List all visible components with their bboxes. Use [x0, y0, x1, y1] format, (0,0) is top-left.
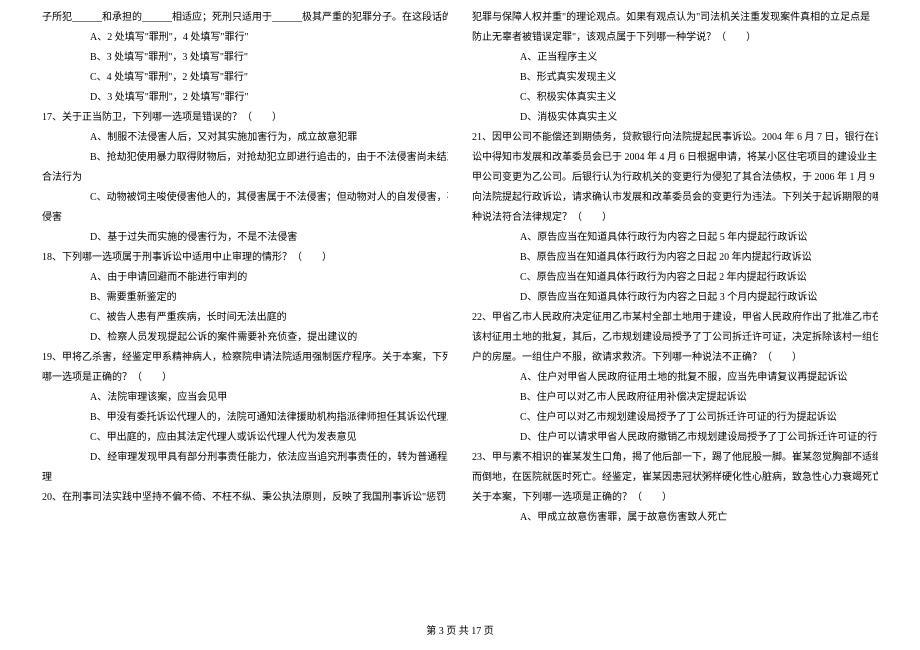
q22-opt-d: D、住户可以请求甲省人民政府撤销乙市规划建设局授予了丁公司拆迁许可证的行为	[472, 428, 878, 448]
q19-opt-b: B、甲没有委托诉讼代理人的，法院可通知法律援助机构指派律师担任其诉讼代理人	[42, 408, 448, 428]
q18-opt-b: B、需要重新鉴定的	[42, 288, 448, 308]
q16-opt-c: C、4 处填写"罪刑"，2 处填写"罪行"	[42, 68, 448, 88]
q20-opt-a: A、正当程序主义	[472, 48, 878, 68]
q16-opt-d: D、3 处填写"罪刑"，2 处填写"罪行"	[42, 88, 448, 108]
right-column: 犯罪与保障人权并重"的理论观点。如果有观点认为"司法机关注重发现案件真相的立足点…	[460, 8, 890, 590]
page-footer: 第 3 页 共 17 页	[0, 622, 920, 642]
q16-opt-a: A、2 处填写"罪刑"，4 处填写"罪行"	[42, 28, 448, 48]
q17-stem: 17、关于正当防卫，下列哪一选项是错误的？（ ）	[42, 108, 448, 128]
q17-opt-d: D、基于过失而实施的侵害行为，不是不法侵害	[42, 228, 448, 248]
q21-opt-d: D、原告应当在知道具体行政行为内容之日起 3 个月内提起行政诉讼	[472, 288, 878, 308]
q23-stem-3: 关于本案，下列哪一选项是正确的？（ ）	[472, 488, 878, 508]
q23-opt-a: A、甲成立故意伤害罪，属于故意伤害致人死亡	[472, 508, 878, 528]
q18-opt-d: D、检察人员发现提起公诉的案件需要补充侦查，提出建议的	[42, 328, 448, 348]
q16-opt-b: B、3 处填写"罪刑"，3 处填写"罪行"	[42, 48, 448, 68]
q17-opt-b-1: B、抢劫犯使用暴力取得财物后，对抢劫犯立即进行追击的，由于不法侵害尚未结束，属于	[42, 148, 448, 168]
q20-opt-b: B、形式真实发现主义	[472, 68, 878, 88]
q21-stem-1: 21、因甲公司不能偿还到期债务，贷款银行向法院提起民事诉讼。2004 年 6 月…	[472, 128, 878, 148]
q16-stem: 子所犯______和承担的______相适应；死刑只适用于______极其严重的…	[42, 8, 448, 28]
q17-opt-c-1: C、动物被饲主唆使侵害他人的，其侵害属于不法侵害；但动物对人的自发侵害，不是不法	[42, 188, 448, 208]
q23-stem-1: 23、甲与素不相识的崔某发生口角，揭了他后部一下，踢了他屁股一脚。崔某忽觉胸部不…	[472, 448, 878, 468]
q22-opt-a: A、住户对甲省人民政府征用土地的批复不服，应当先申请复议再提起诉讼	[472, 368, 878, 388]
q20-opt-d: D、消极实体真实主义	[472, 108, 878, 128]
q20-opt-c: C、积极实体真实主义	[472, 88, 878, 108]
q23-stem-2: 而倒地，在医院就医时死亡。经鉴定，崔某因患冠状粥样硬化性心脏病，致急性心力衰竭死…	[472, 468, 878, 488]
q18-stem: 18、下列哪一选项属于刑事诉讼中适用中止审理的情形？（ ）	[42, 248, 448, 268]
q22-stem-1: 22、甲省乙市人民政府决定征用乙市某村全部土地用于建设，甲省人民政府作出了批准乙…	[472, 308, 878, 328]
q19-stem-1: 19、甲将乙杀害，经鉴定甲系精神病人，检察院申请法院适用强制医疗程序。关于本案，…	[42, 348, 448, 368]
q22-stem-2: 该村征用土地的批复，其后，乙市规划建设局授予了丁公司拆迁许可证，决定拆除该村一组…	[472, 328, 878, 348]
q21-stem-4: 向法院提起行政诉讼，请求确认市发展和改革委员会的变更行为违法。下列关于起诉期限的…	[472, 188, 878, 208]
q20-stem: 20、在刑事司法实践中坚持不偏不倚、不枉不纵、秉公执法原则，反映了我国刑事诉讼"…	[42, 488, 448, 508]
q22-opt-b: B、住户可以对乙市人民政府征用补偿决定提起诉讼	[472, 388, 878, 408]
q21-stem-5: 种说法符合法律规定？（ ）	[472, 208, 878, 228]
q20-cont-2: 防止无辜者被错误定罪"，该观点属于下列哪一种学说？（ ）	[472, 28, 878, 48]
q17-opt-c-2: 侵害	[42, 208, 448, 228]
q21-opt-c: C、原告应当在知道具体行政行为内容之日起 2 年内提起行政诉讼	[472, 268, 878, 288]
q21-opt-a: A、原告应当在知道具体行政行为内容之日起 5 年内提起行政诉讼	[472, 228, 878, 248]
q21-opt-b: B、原告应当在知道具体行政行为内容之日起 20 年内提起行政诉讼	[472, 248, 878, 268]
q19-opt-a: A、法院审理该案，应当会见甲	[42, 388, 448, 408]
q17-opt-a: A、制服不法侵害人后，又对其实施加害行为，成立故意犯罪	[42, 128, 448, 148]
q18-opt-c: C、被告人患有严重疾病，长时间无法出庭的	[42, 308, 448, 328]
q19-stem-2: 哪一选项是正确的？（ ）	[42, 368, 448, 388]
q19-opt-d-2: 理	[42, 468, 448, 488]
q19-opt-d-1: D、经审理发现甲具有部分刑事责任能力，依法应当追究刑事责任的，转为普通程序继续审	[42, 448, 448, 468]
q17-opt-b-2: 合法行为	[42, 168, 448, 188]
exam-page: 子所犯______和承担的______相适应；死刑只适用于______极其严重的…	[0, 0, 920, 620]
q22-opt-c: C、住户可以对乙市规划建设局授予了丁公司拆迁许可证的行为提起诉讼	[472, 408, 878, 428]
q19-opt-c: C、甲出庭的，应由其法定代理人或诉讼代理人代为发表意见	[42, 428, 448, 448]
q20-cont-1: 犯罪与保障人权并重"的理论观点。如果有观点认为"司法机关注重发现案件真相的立足点…	[472, 8, 878, 28]
q21-stem-2: 讼中得知市发展和改革委员会已于 2004 年 4 月 6 日根据申请，将某小区住…	[472, 148, 878, 168]
q21-stem-3: 甲公司变更为乙公司。后银行认为行政机关的变更行为侵犯了其合法债权，于 2006 …	[472, 168, 878, 188]
left-column: 子所犯______和承担的______相适应；死刑只适用于______极其严重的…	[30, 8, 460, 590]
q18-opt-a: A、由于申请回避而不能进行审判的	[42, 268, 448, 288]
q22-stem-3: 户的房屋。一组住户不服，欲请求救济。下列哪一种说法不正确？（ ）	[472, 348, 878, 368]
